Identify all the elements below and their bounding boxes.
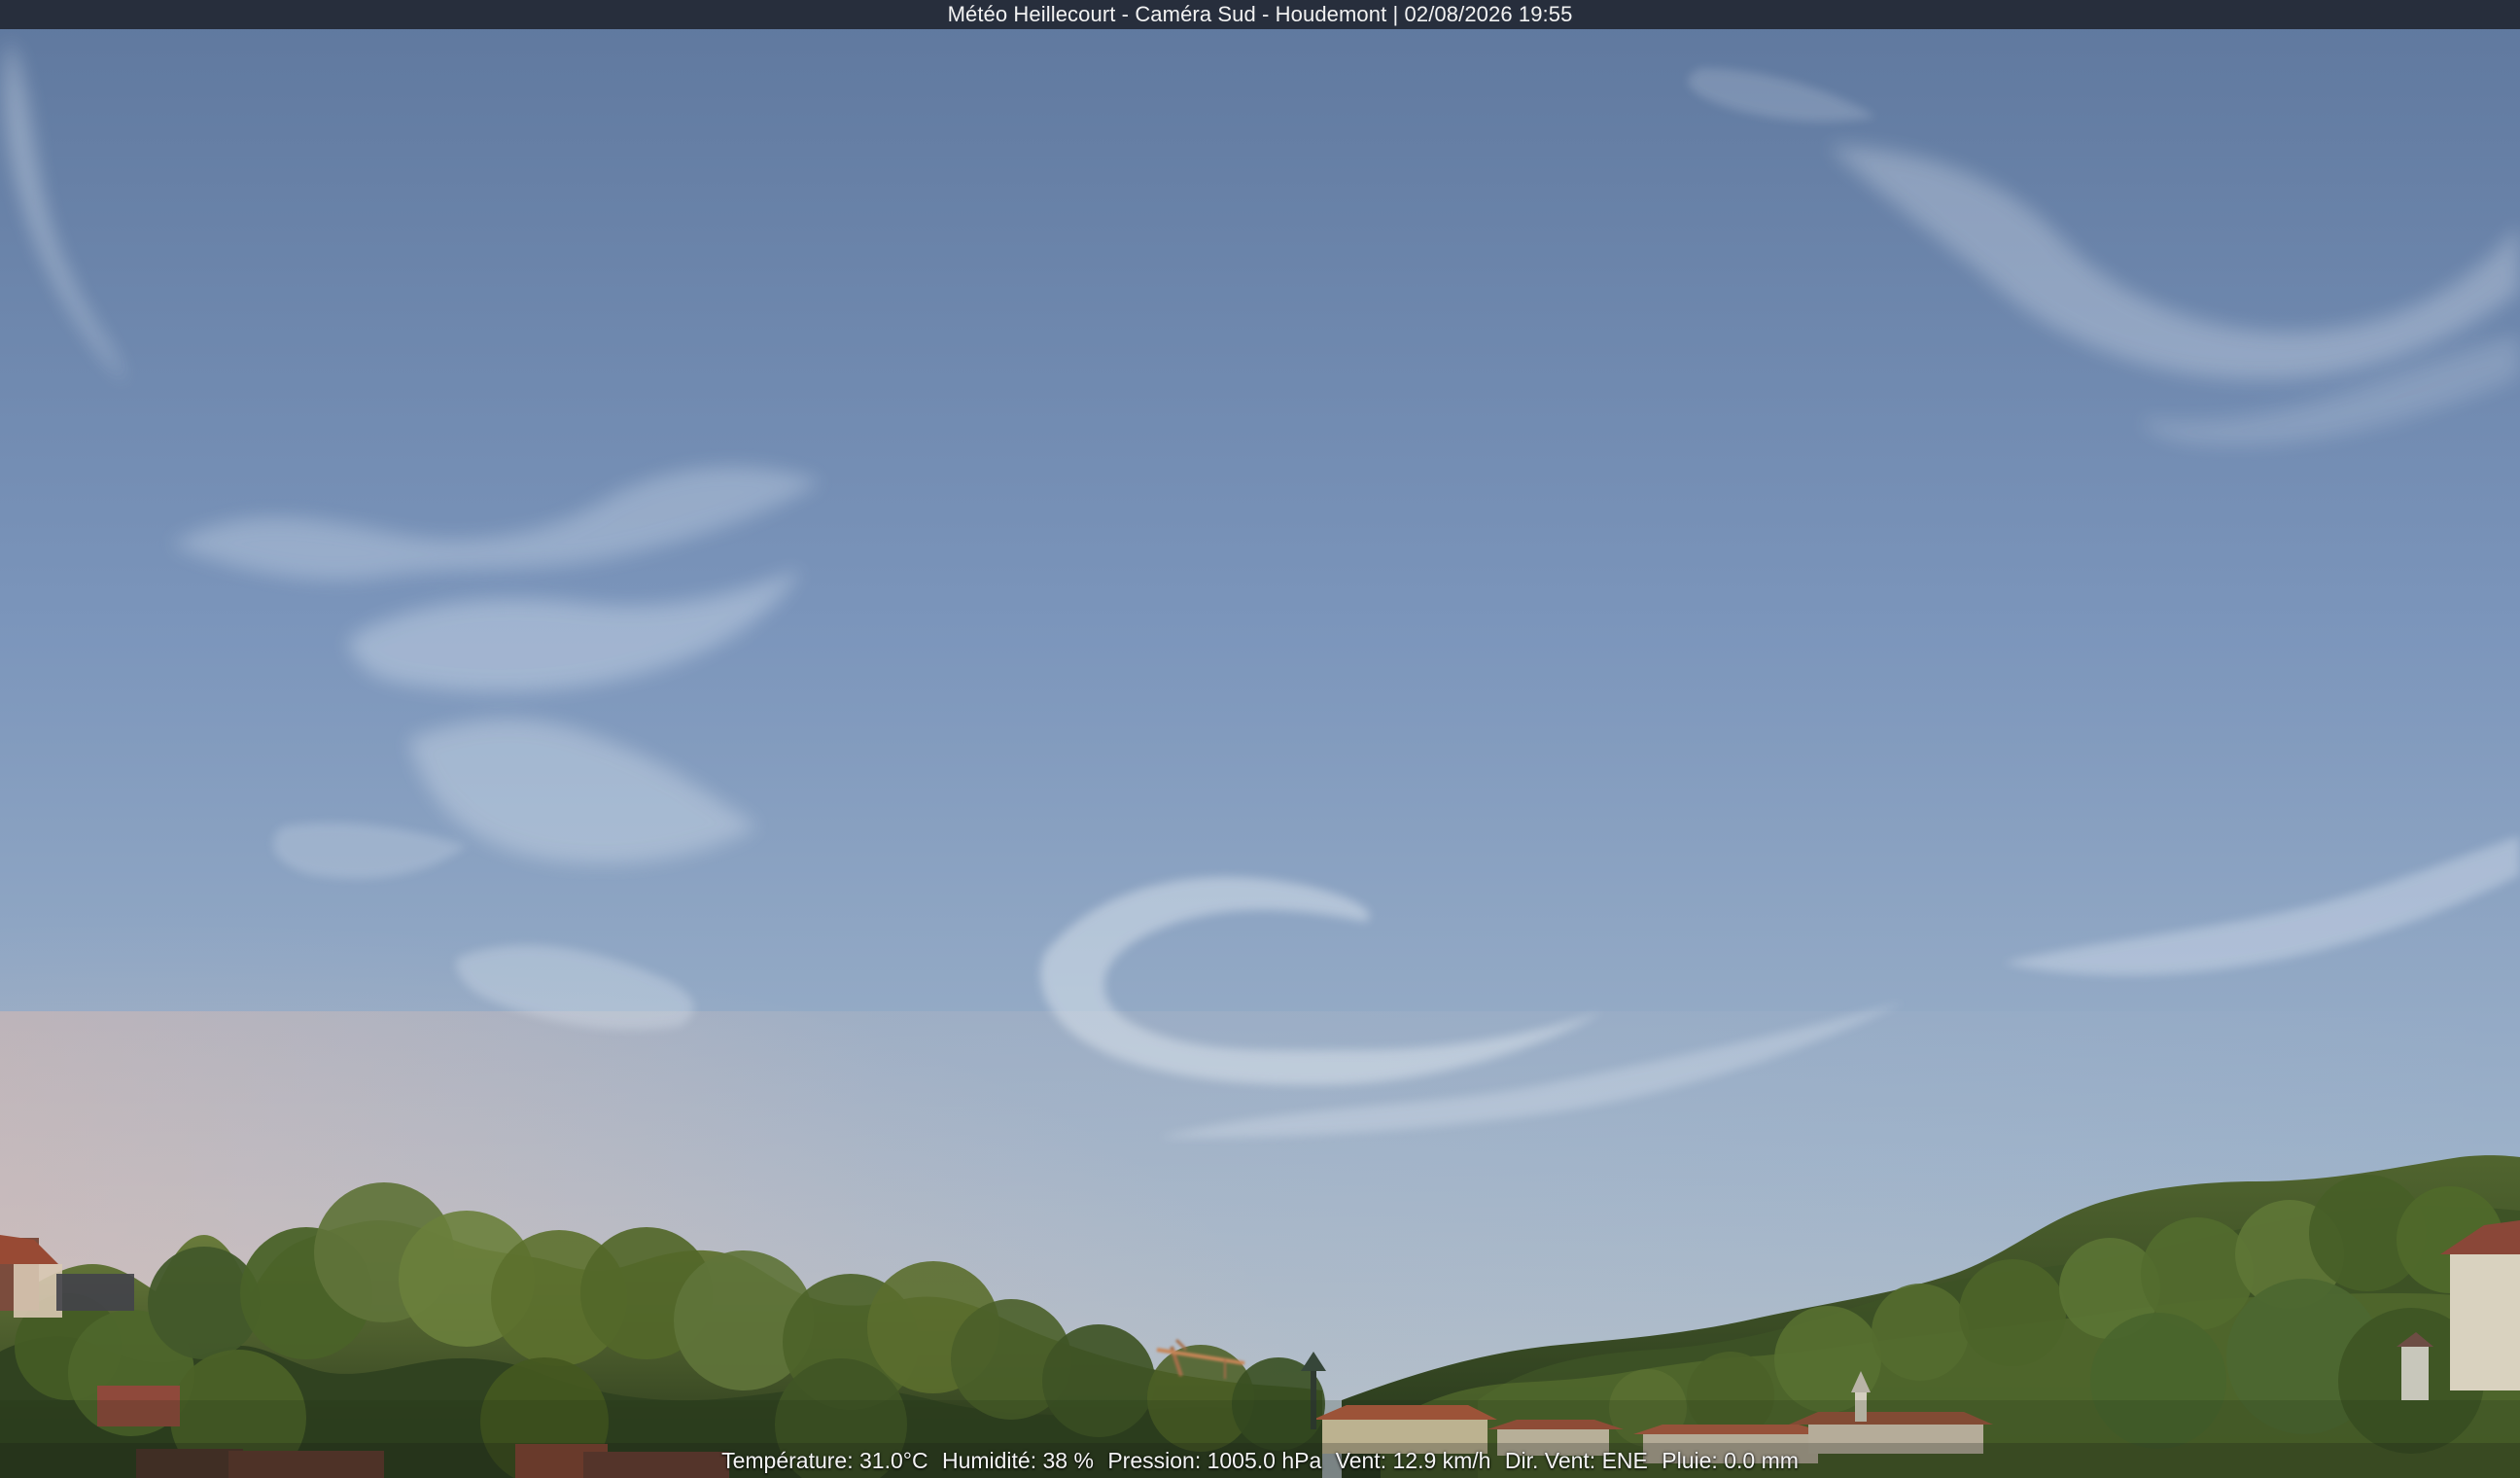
weather-status-bar: Température: 31.0°C Humidité: 38 % Press… [0, 1443, 2520, 1478]
humidity-reading: Humidité: 38 % [941, 1448, 1094, 1473]
temperature-reading: Température: 31.0°C [721, 1448, 928, 1473]
camera-title: Météo Heillecourt - Caméra Sud - Houdemo… [947, 2, 1573, 26]
sky-landscape-scene [0, 0, 2520, 1478]
webcam-view: Météo Heillecourt - Caméra Sud - Houdemo… [0, 0, 2520, 1478]
wind-direction-reading: Dir. Vent: ENE [1504, 1448, 1648, 1473]
wind-speed-reading: Vent: 12.9 km/h [1335, 1448, 1491, 1473]
pressure-reading: Pression: 1005.0 hPa [1107, 1448, 1322, 1473]
rain-reading: Pluie: 0.0 mm [1662, 1448, 1799, 1473]
camera-title-bar: Météo Heillecourt - Caméra Sud - Houdemo… [0, 0, 2520, 29]
